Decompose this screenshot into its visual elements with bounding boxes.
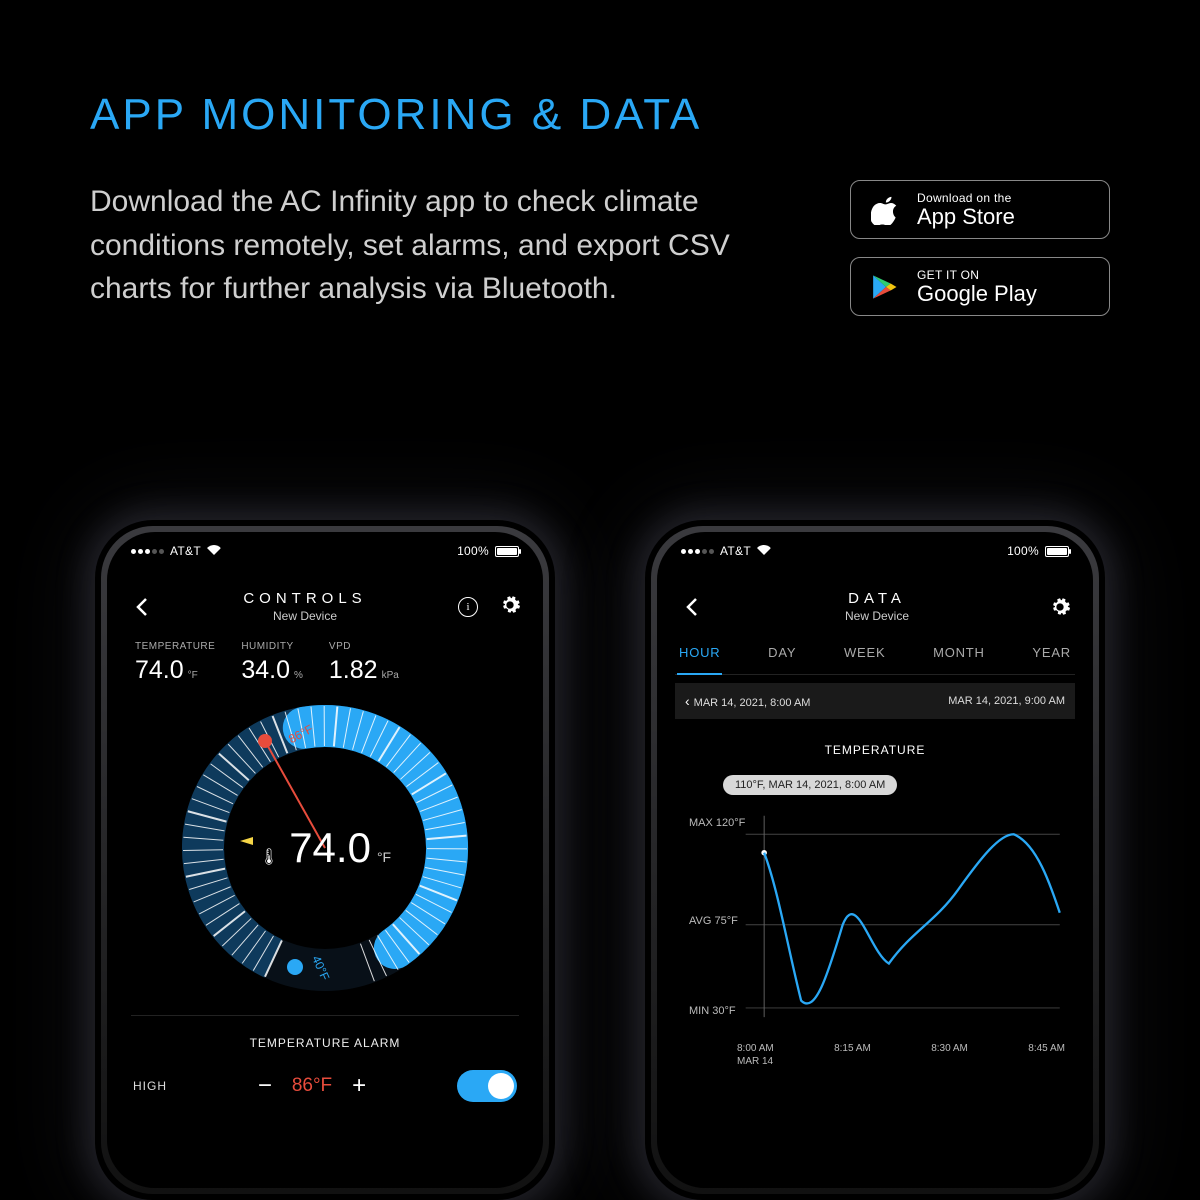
google-play-big: Google Play [917, 282, 1037, 305]
tab-hour[interactable]: HOUR [679, 645, 720, 660]
apple-icon [869, 193, 903, 227]
gauge-unit: °F [377, 849, 391, 865]
back-button[interactable] [679, 594, 705, 620]
screen-title: CONTROLS [155, 590, 455, 607]
time-range-tabs: HOUR DAY WEEK MONTH YEAR [675, 633, 1075, 675]
chevron-left-icon[interactable]: ‹ [685, 693, 690, 709]
battery-pct: 100% [1007, 544, 1039, 558]
decrement-button[interactable]: − [258, 1072, 272, 1100]
wifi-icon [207, 544, 221, 558]
wifi-icon [757, 544, 771, 558]
increment-button[interactable]: + [352, 1072, 366, 1100]
app-store-small: Download on the [917, 191, 1015, 205]
phone-notch [220, 532, 430, 562]
phone-data: AT&T 4:48PM 100% DATA New Device [645, 520, 1105, 1200]
google-play-button[interactable]: GET IT ON Google Play [850, 257, 1110, 316]
tab-day[interactable]: DAY [768, 645, 796, 660]
signal-icon [681, 549, 714, 554]
alarm-toggle[interactable] [457, 1070, 517, 1102]
battery-icon [1045, 546, 1069, 557]
humidity-reading: HUMIDITY 34.0% [241, 641, 303, 685]
battery-pct: 100% [457, 544, 489, 558]
carrier-label: AT&T [170, 544, 201, 558]
back-button[interactable] [129, 594, 155, 620]
avg-line-label: AVG 75°F [689, 915, 738, 927]
google-play-small: GET IT ON [917, 268, 1037, 282]
alarm-high-value: 86°F [292, 1075, 332, 1097]
screen-title: DATA [705, 590, 1049, 607]
tab-week[interactable]: WEEK [844, 645, 885, 660]
screen-subtitle: New Device [705, 609, 1049, 623]
chart-title: TEMPERATURE [681, 743, 1069, 757]
vpd-reading: VPD 1.82kPa [329, 641, 399, 685]
settings-button[interactable] [1049, 596, 1071, 618]
app-store-big: App Store [917, 205, 1015, 228]
alarm-section-title: TEMPERATURE ALARM [133, 1036, 517, 1050]
chart-x-axis: 8:00 AM 8:15 AM 8:30 AM 8:45 AM [681, 1037, 1069, 1054]
phone-notch [770, 532, 980, 562]
temperature-reading: TEMPERATURE 74.0°F [135, 641, 215, 685]
carrier-label: AT&T [720, 544, 751, 558]
chart-x-label: MAR 14 [681, 1056, 1069, 1067]
thermometer-icon: 🌡 [259, 847, 279, 867]
battery-icon [495, 546, 519, 557]
max-line-label: MAX 120°F [689, 817, 745, 829]
gauge-value: 74.0 [289, 824, 371, 872]
phone-controls: AT&T 4:48PM 100% CONTROLS [95, 520, 555, 1200]
google-play-icon [869, 270, 903, 304]
tab-year[interactable]: YEAR [1032, 645, 1071, 660]
screen-subtitle: New Device [155, 609, 455, 623]
info-button[interactable]: i [455, 594, 481, 620]
chart-tooltip: 110°F, MAR 14, 2021, 8:00 AM [723, 775, 897, 795]
temperature-gauge[interactable]: 🌡 74.0 °F 86°F 40°F [180, 703, 470, 993]
min-line-label: MIN 30°F [689, 1005, 736, 1017]
page-headline: APP MONITORING & DATA [90, 90, 1110, 140]
page-description: Download the AC Infinity app to check cl… [90, 180, 770, 311]
temperature-chart[interactable]: MAX 120°F AVG 75°F MIN 30°F [681, 807, 1069, 1037]
signal-icon [131, 549, 164, 554]
settings-button[interactable] [499, 594, 521, 616]
tab-month[interactable]: MONTH [933, 645, 985, 660]
alarm-high-label: HIGH [133, 1079, 167, 1093]
app-store-button[interactable]: Download on the App Store [850, 180, 1110, 239]
date-range-bar[interactable]: ‹MAR 14, 2021, 8:00 AM MAR 14, 2021, 9:0… [675, 683, 1075, 719]
